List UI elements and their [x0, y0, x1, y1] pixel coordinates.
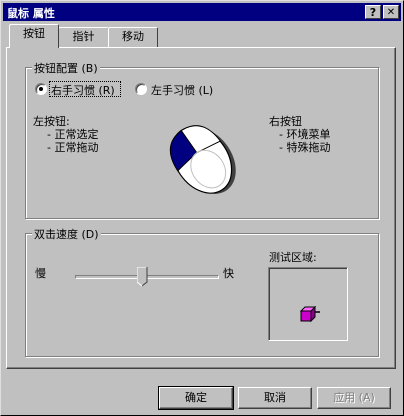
right-button-item: - 特殊拖动	[279, 141, 331, 154]
speed-slider-thumb[interactable]	[137, 267, 148, 287]
window-title: 鼠标 属性	[7, 7, 55, 20]
left-button-item: - 正常拖动	[47, 141, 99, 154]
fast-label: 快	[223, 267, 234, 280]
tab-motion-label: 移动	[122, 30, 144, 43]
right-handed-radio[interactable]	[35, 83, 47, 95]
ok-button[interactable]: 确定	[158, 386, 234, 410]
cancel-button[interactable]: 取消	[238, 387, 312, 409]
button-config-label: 按钮配置 (B)	[32, 60, 100, 76]
left-handed-label[interactable]: 左手习惯 (L)	[151, 82, 213, 98]
tab-motion[interactable]: 移动	[108, 27, 158, 47]
mouse-properties-window: 鼠标 属性 ? ✕ 按钮 指针 移动 按钮配置 (B) 右手习惯 (R) 左手习…	[0, 0, 404, 416]
tab-pointers-label: 指针	[72, 30, 95, 43]
double-click-label: 双击速度 (D)	[32, 226, 101, 242]
test-jack-in-box-icon	[299, 306, 320, 323]
tab-buttons[interactable]: 按钮	[9, 24, 59, 48]
radio-selected-dot	[39, 87, 43, 91]
tab-pointers[interactable]: 指针	[58, 27, 109, 47]
help-button[interactable]: ?	[365, 5, 381, 19]
left-handed-radio[interactable]	[135, 83, 147, 95]
test-area[interactable]	[268, 267, 348, 341]
close-button[interactable]: ✕	[383, 5, 399, 19]
title-bar[interactable]: 鼠标 属性 ? ✕	[3, 3, 401, 21]
test-area-label: 测试区域:	[269, 251, 317, 264]
apply-button[interactable]: 应用 (A)	[317, 387, 391, 409]
slow-label: 慢	[35, 267, 46, 280]
tab-buttons-label: 按钮	[23, 27, 45, 40]
mouse-illustration-icon	[169, 125, 236, 194]
right-handed-label[interactable]: 右手习惯 (R)	[51, 82, 115, 98]
